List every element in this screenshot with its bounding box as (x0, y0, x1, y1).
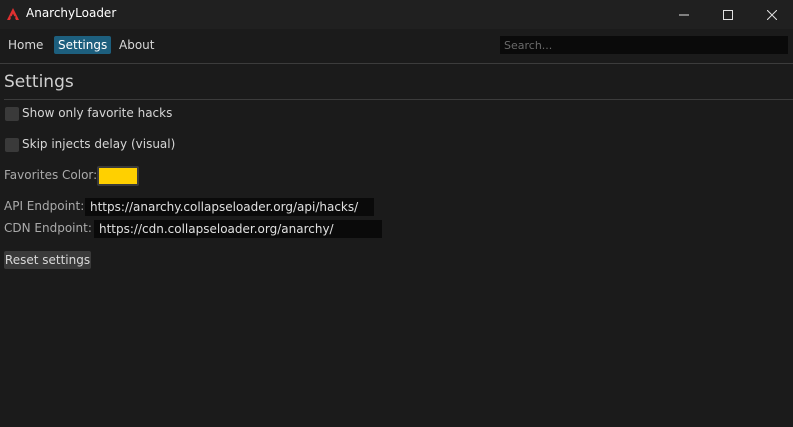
title-bar: AnarchyLoader (0, 0, 793, 29)
minimize-icon (679, 14, 689, 15)
skip-delay-label[interactable]: Skip injects delay (visual) (22, 137, 175, 151)
maximize-icon (723, 9, 733, 20)
maximize-button[interactable] (706, 0, 750, 29)
cdn-endpoint-label: CDN Endpoint: (4, 221, 92, 235)
reset-settings-button[interactable]: Reset settings (4, 251, 91, 269)
window-title: AnarchyLoader (26, 6, 117, 20)
show-favorites-label[interactable]: Show only favorite hacks (22, 106, 172, 120)
show-favorites-checkbox[interactable] (5, 107, 19, 121)
minimize-button[interactable] (662, 0, 706, 29)
close-icon (767, 9, 777, 20)
menu-home[interactable]: Home (4, 36, 47, 54)
cdn-endpoint-field[interactable] (94, 220, 382, 238)
favorites-color-label: Favorites Color: (4, 168, 98, 182)
page-title: Settings (4, 72, 74, 92)
api-endpoint-label: API Endpoint: (4, 199, 85, 213)
favorites-color-picker[interactable] (97, 166, 139, 186)
search-input[interactable] (500, 36, 788, 54)
anarchy-logo-icon (7, 8, 19, 20)
title-divider (4, 99, 793, 100)
api-endpoint-field[interactable] (85, 198, 374, 216)
close-button[interactable] (750, 0, 793, 29)
menu-divider (0, 63, 793, 64)
menu-about[interactable]: About (115, 36, 158, 54)
skip-delay-checkbox[interactable] (5, 138, 19, 152)
menu-settings[interactable]: Settings (54, 36, 112, 54)
